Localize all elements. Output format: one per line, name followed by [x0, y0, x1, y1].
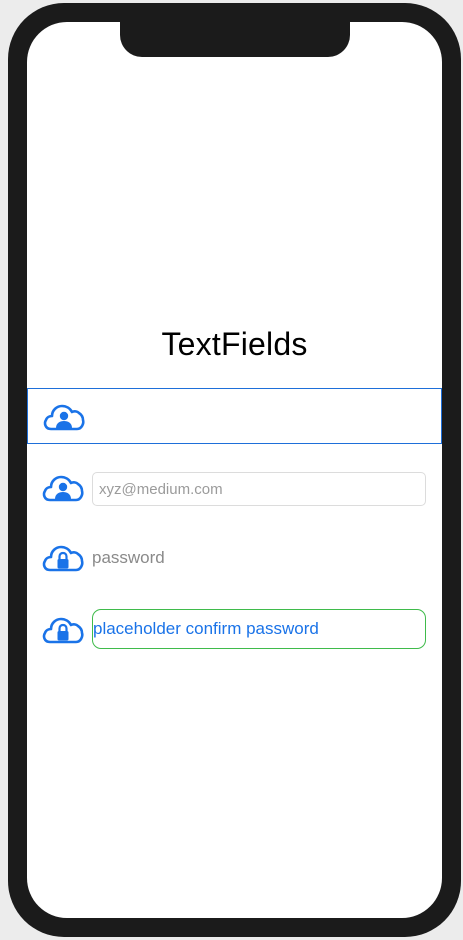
text-field-row-1[interactable] — [27, 388, 442, 444]
page-title: TextFields — [161, 326, 308, 362]
app-screen: TextFields xyz@medium.com password place… — [27, 22, 442, 918]
confirm-password-field[interactable]: placeholder confirm password — [92, 609, 426, 649]
text-input-1[interactable] — [93, 397, 425, 435]
cloud-user-icon — [43, 404, 85, 431]
cloud-lock-icon — [42, 617, 84, 644]
text-field-row-4: placeholder confirm password — [27, 603, 442, 659]
text-field-row-3: password — [27, 533, 442, 589]
notch — [120, 22, 350, 57]
cloud-lock-icon — [42, 545, 84, 572]
email-field[interactable]: xyz@medium.com — [92, 472, 426, 506]
cloud-user-icon — [42, 475, 84, 502]
text-field-row-2: xyz@medium.com — [27, 465, 442, 521]
password-field[interactable]: password — [92, 541, 426, 575]
phone-frame: TextFields xyz@medium.com password place… — [8, 3, 461, 937]
